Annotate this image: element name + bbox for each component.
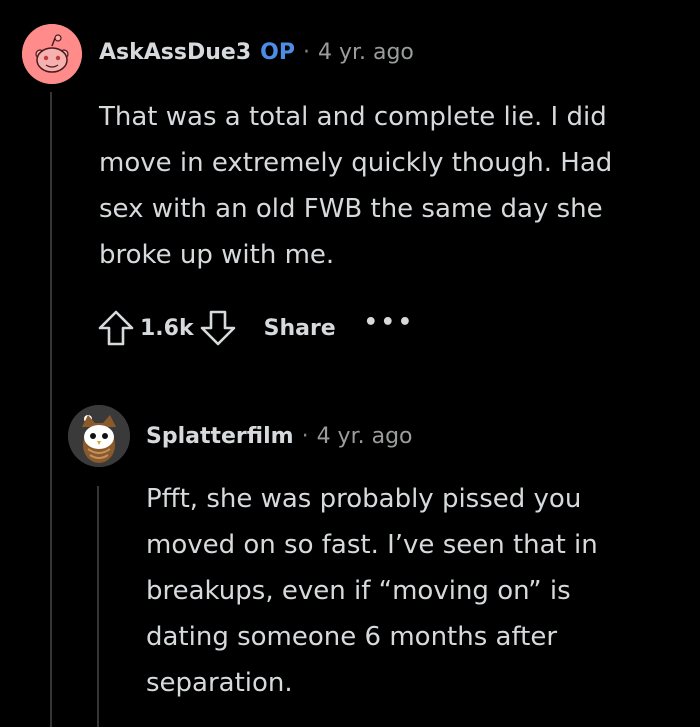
comment-actions: 1.6k Share ••• [96, 308, 415, 348]
comment-line: dating someone 6 months after [146, 622, 558, 652]
comment-line: That was a total and complete lie. I did [99, 102, 607, 132]
thread-line-parent[interactable] [50, 92, 52, 727]
comment-line: Pfft, she was probably pissed you [146, 484, 582, 514]
avatar[interactable] [68, 405, 130, 467]
comment-line: broke up with me. [99, 240, 335, 270]
comment-line: move in extremely quickly though. Had [99, 148, 613, 178]
comment-body: That was a total and complete lie. I did… [99, 94, 689, 278]
comment-meta: AskAssDue3 OP · 4 yr. ago [99, 40, 414, 65]
comment-age[interactable]: 4 yr. ago [317, 424, 413, 449]
upvote-button[interactable] [96, 308, 136, 348]
avatar[interactable] [22, 24, 82, 84]
comment-age[interactable]: 4 yr. ago [318, 40, 414, 65]
author-name[interactable]: AskAssDue3 [99, 40, 251, 65]
vote-score: 1.6k [140, 315, 194, 341]
comment-line: sex with an old FWB the same day she [99, 194, 603, 224]
share-button[interactable]: Share [264, 316, 336, 341]
comment-thread: AskAssDue3 OP · 4 yr. ago That was a tot… [0, 0, 700, 727]
op-badge: OP [260, 40, 295, 65]
meta-separator: · [301, 424, 309, 449]
thread-line-reply[interactable] [97, 486, 99, 727]
reply-body: Pfft, she was probably pissed you moved … [146, 476, 691, 706]
downvote-arrow-icon [200, 310, 235, 346]
upvote-arrow-icon [98, 310, 134, 346]
reply-meta: Splatterfilm · 4 yr. ago [146, 424, 413, 449]
more-options-button[interactable]: ••• [364, 310, 415, 335]
meta-separator: · [302, 40, 310, 65]
comment-line: separation. [146, 668, 293, 698]
comment-line: moved on so fast. I’ve seen that in [146, 530, 598, 560]
owl-icon [68, 405, 130, 467]
comment-line: breakups, even if “moving on” is [146, 576, 571, 606]
reddit-snoo-icon [22, 24, 82, 84]
author-name[interactable]: Splatterfilm [146, 424, 294, 449]
downvote-button[interactable] [198, 308, 238, 348]
